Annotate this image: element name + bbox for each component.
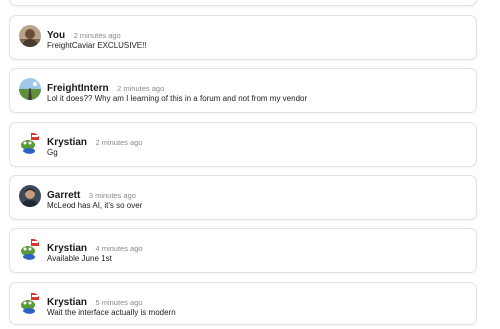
comment-text: Gg [47, 148, 58, 157]
comment-text: Available June 1st [47, 254, 112, 263]
frog-cartoon-avatar[interactable] [19, 292, 41, 314]
comment-timestamp: 2 minutes ago [73, 31, 121, 40]
comment-feed: You 2 minutes ago FreightCaviar EXCLUSIV… [0, 0, 500, 329]
person-photo-avatar[interactable] [19, 185, 41, 207]
comment-timestamp: 4 minutes ago [95, 244, 143, 253]
comment-timestamp: 2 minutes ago [95, 138, 143, 147]
comment-timestamp: 3 minutes ago [88, 191, 136, 200]
comment-card: FreightIntern 2 minutes ago Lol it does?… [9, 68, 477, 113]
comment-author[interactable]: Krystian [47, 243, 87, 254]
comment-author[interactable]: Krystian [47, 137, 87, 148]
comment-author[interactable]: FreightIntern [47, 83, 109, 94]
comment-text: Lol it does?? Why am I learning of this … [47, 94, 308, 103]
comment-author[interactable]: Garrett [47, 190, 80, 201]
comment-card: Krystian 4 minutes ago Available June 1s… [9, 228, 477, 273]
comment-card-partial [9, 0, 477, 6]
comment-text: McLeod has AI, it's so over [47, 201, 143, 210]
comment-author[interactable]: You [47, 30, 65, 41]
comment-card: Garrett 3 minutes ago McLeod has AI, it'… [9, 175, 477, 220]
comment-author[interactable]: Krystian [47, 297, 87, 308]
comment-card: Krystian 5 minutes ago Wait the interfac… [9, 282, 477, 325]
frog-cartoon-avatar[interactable] [19, 238, 41, 260]
comment-card: Krystian 2 minutes ago Gg [9, 122, 477, 167]
comment-timestamp: 5 minutes ago [95, 298, 143, 307]
comment-text: FreightCaviar EXCLUSIVE!! [47, 41, 147, 50]
frog-cartoon-avatar[interactable] [19, 132, 41, 154]
user-photo-avatar[interactable] [19, 25, 41, 47]
comment-card: You 2 minutes ago FreightCaviar EXCLUSIV… [9, 15, 477, 60]
road-photo-avatar[interactable] [19, 78, 41, 100]
comment-text: Wait the interface actually is modern [47, 308, 176, 317]
comment-header: Krystian 2 minutes ago [47, 132, 143, 150]
comment-timestamp: 2 minutes ago [117, 84, 165, 93]
